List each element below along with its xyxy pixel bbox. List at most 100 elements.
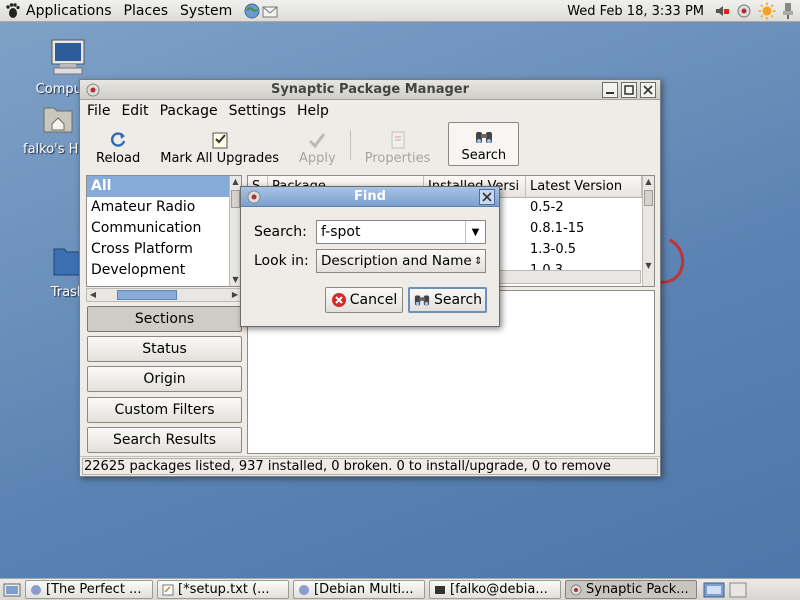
reload-button[interactable]: Reload (86, 129, 150, 166)
window-controls (602, 82, 656, 98)
search-input[interactable]: f-spot (317, 224, 465, 240)
taskbar-item-synaptic[interactable]: Synaptic Pack... (565, 580, 697, 599)
scroll-thumb[interactable] (644, 190, 653, 206)
mail-icon[interactable] (262, 3, 278, 19)
window-title: Synaptic Package Manager (270, 82, 470, 97)
mark-all-upgrades-button[interactable]: Mark All Upgrades (150, 129, 289, 166)
synaptic-app-icon[interactable] (86, 83, 100, 97)
origin-button[interactable]: Origin (87, 366, 242, 392)
find-dialog-titlebar[interactable]: Find (241, 187, 499, 207)
places-menu[interactable]: Places (124, 3, 169, 19)
scroll-thumb[interactable] (231, 190, 240, 208)
lookin-row: Look in: Description and Name ⇕ (254, 249, 486, 273)
menu-file[interactable]: File (87, 103, 110, 119)
toolbar-separator (349, 130, 351, 160)
close-icon (482, 192, 492, 202)
taskbar-item[interactable]: [Debian Multi... (293, 580, 425, 599)
workspace-switcher-icon[interactable] (703, 582, 725, 598)
maximize-button[interactable] (621, 82, 637, 98)
lookin-select[interactable]: Description and Name ⇕ (316, 249, 486, 273)
clock[interactable]: Wed Feb 18, 3:33 PM (567, 4, 704, 19)
latest-version-cell: 0.5-2 (530, 200, 564, 215)
custom-filters-button[interactable]: Custom Filters (87, 397, 242, 423)
notification-area: Wed Feb 18, 3:33 PM (567, 0, 794, 22)
show-desktop-icon[interactable] (3, 582, 21, 598)
section-list[interactable]: All Amateur Radio Communication Cross Pl… (86, 175, 242, 287)
system-menu[interactable]: System (180, 3, 232, 19)
cancel-button[interactable]: Cancel (325, 287, 403, 313)
section-item-cross-platform[interactable]: Cross Platform (87, 239, 241, 260)
computer-icon (51, 39, 85, 75)
column-latest-version[interactable]: Latest Version (526, 176, 642, 197)
mark-all-label: Mark All Upgrades (160, 151, 280, 166)
dialog-close-button[interactable] (479, 189, 495, 205)
volume-muted-icon[interactable] (714, 3, 730, 19)
gnome-foot-icon[interactable] (4, 2, 22, 20)
package-list-scrollbar[interactable]: ▲ ▼ (642, 176, 654, 286)
search-toolbar-button[interactable]: Search (448, 122, 520, 166)
apply-button[interactable]: Apply (289, 129, 346, 166)
minimize-button[interactable] (602, 82, 618, 98)
chevron-down-icon[interactable]: ▼ (465, 221, 485, 243)
binoculars-icon (414, 295, 430, 306)
menu-settings[interactable]: Settings (229, 103, 286, 119)
applications-menu[interactable]: Applications (26, 3, 112, 19)
taskbar-item[interactable]: [falko@debia... (429, 580, 561, 599)
synaptic-app-icon[interactable] (247, 190, 261, 204)
scroll-up-arrow-icon[interactable]: ▲ (643, 176, 654, 188)
menu-help[interactable]: Help (297, 103, 329, 119)
scroll-left-arrow-icon[interactable]: ◀ (87, 289, 99, 301)
power-icon[interactable] (782, 2, 794, 20)
terminal-task-icon (435, 585, 445, 594)
update-notifier-icon[interactable] (736, 3, 752, 19)
search-results-button[interactable]: Search Results (87, 427, 242, 453)
minimize-icon (606, 92, 614, 94)
find-search-button[interactable]: Search (408, 287, 487, 313)
bottom-panel: [The Perfect ... [*setup.txt (... [Debia… (0, 578, 800, 600)
reload-icon (111, 132, 126, 147)
cancel-label: Cancel (349, 292, 398, 308)
toolbar: Reload Mark All Upgrades Apply Propertie… (80, 122, 660, 170)
workspace-2-icon[interactable] (729, 582, 747, 598)
reload-label: Reload (96, 151, 141, 166)
find-dialog-title: Find (354, 189, 386, 204)
cancel-icon (331, 293, 346, 307)
menu-package[interactable]: Package (160, 103, 218, 119)
scroll-down-arrow-icon[interactable]: ▼ (643, 260, 654, 272)
search-combo[interactable]: f-spot ▼ (316, 220, 486, 244)
synaptic-task-icon (570, 584, 582, 595)
launcher-icons (244, 3, 278, 19)
taskbar-item[interactable]: [The Perfect ... (25, 580, 153, 599)
top-menu-bar: Applications Places System (0, 2, 244, 20)
properties-icon (391, 131, 405, 149)
taskbar-item[interactable]: [*setup.txt (... (157, 580, 289, 599)
browser-task-icon (299, 584, 309, 595)
lookin-value: Description and Name (321, 253, 472, 269)
web-browser-icon[interactable] (244, 3, 260, 19)
latest-version-cell: 1.3-0.5 (530, 242, 577, 257)
apply-label: Apply (299, 151, 336, 166)
sections-button[interactable]: Sections (87, 306, 242, 332)
taskbar-item-label: [*setup.txt (... (178, 582, 270, 597)
taskbar-item-label: [The Perfect ... (46, 582, 142, 597)
taskbar-item-label: Synaptic Pack... (586, 582, 689, 597)
menu-edit[interactable]: Edit (121, 103, 148, 119)
section-item-amateur-radio[interactable]: Amateur Radio (87, 197, 241, 218)
hscroll-thumb[interactable] (117, 290, 177, 300)
properties-button[interactable]: Properties (355, 129, 441, 166)
search-toolbar-label: Search (461, 148, 507, 163)
status-text: 22625 packages listed, 937 installed, 0 … (82, 458, 658, 475)
status-button[interactable]: Status (87, 336, 242, 362)
taskbar-item-label: [falko@debia... (450, 582, 548, 597)
close-button[interactable] (640, 82, 656, 98)
section-list-hscrollbar[interactable]: ◀ ▶ (86, 288, 242, 302)
taskbar-item-label: [Debian Multi... (314, 582, 414, 597)
close-icon (643, 85, 653, 95)
apply-check-icon (309, 133, 326, 149)
window-titlebar[interactable]: Synaptic Package Manager (80, 80, 660, 100)
dialog-controls (479, 189, 495, 205)
weather-sun-icon[interactable] (758, 2, 776, 20)
section-item-communication[interactable]: Communication (87, 218, 241, 239)
section-item-all[interactable]: All (87, 176, 241, 197)
section-item-development[interactable]: Development (87, 260, 241, 281)
